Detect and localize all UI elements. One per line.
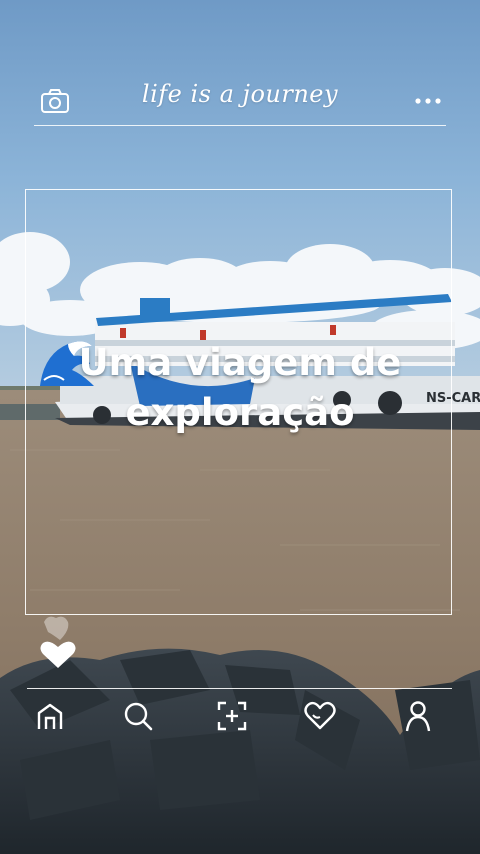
nav-profile-button[interactable] bbox=[400, 698, 436, 734]
nav-heart-button[interactable] bbox=[302, 698, 338, 734]
more-button[interactable] bbox=[412, 90, 444, 112]
nav-search-button[interactable] bbox=[120, 698, 156, 734]
more-dots-icon bbox=[415, 98, 441, 104]
caption-line-2: exploração bbox=[125, 391, 355, 434]
top-divider bbox=[34, 125, 446, 126]
caption-line-1: Uma viagem de bbox=[78, 341, 402, 384]
home-icon bbox=[37, 703, 63, 729]
overlay-ui: life is a journey Uma viagem de exploraç… bbox=[0, 0, 480, 854]
bottom-divider bbox=[27, 688, 452, 689]
nav-home-button[interactable] bbox=[32, 698, 68, 734]
caption-headline: Uma viagem de exploração bbox=[0, 338, 480, 438]
nav-add-button[interactable] bbox=[214, 698, 250, 734]
profile-icon bbox=[405, 701, 431, 732]
camera-button[interactable] bbox=[38, 86, 72, 116]
heart-icon bbox=[304, 701, 336, 730]
tagline: life is a journey bbox=[141, 80, 339, 108]
search-icon bbox=[124, 702, 153, 731]
camera-icon bbox=[41, 89, 69, 113]
add-icon bbox=[217, 701, 247, 731]
heart-bubble-icon bbox=[40, 616, 76, 668]
